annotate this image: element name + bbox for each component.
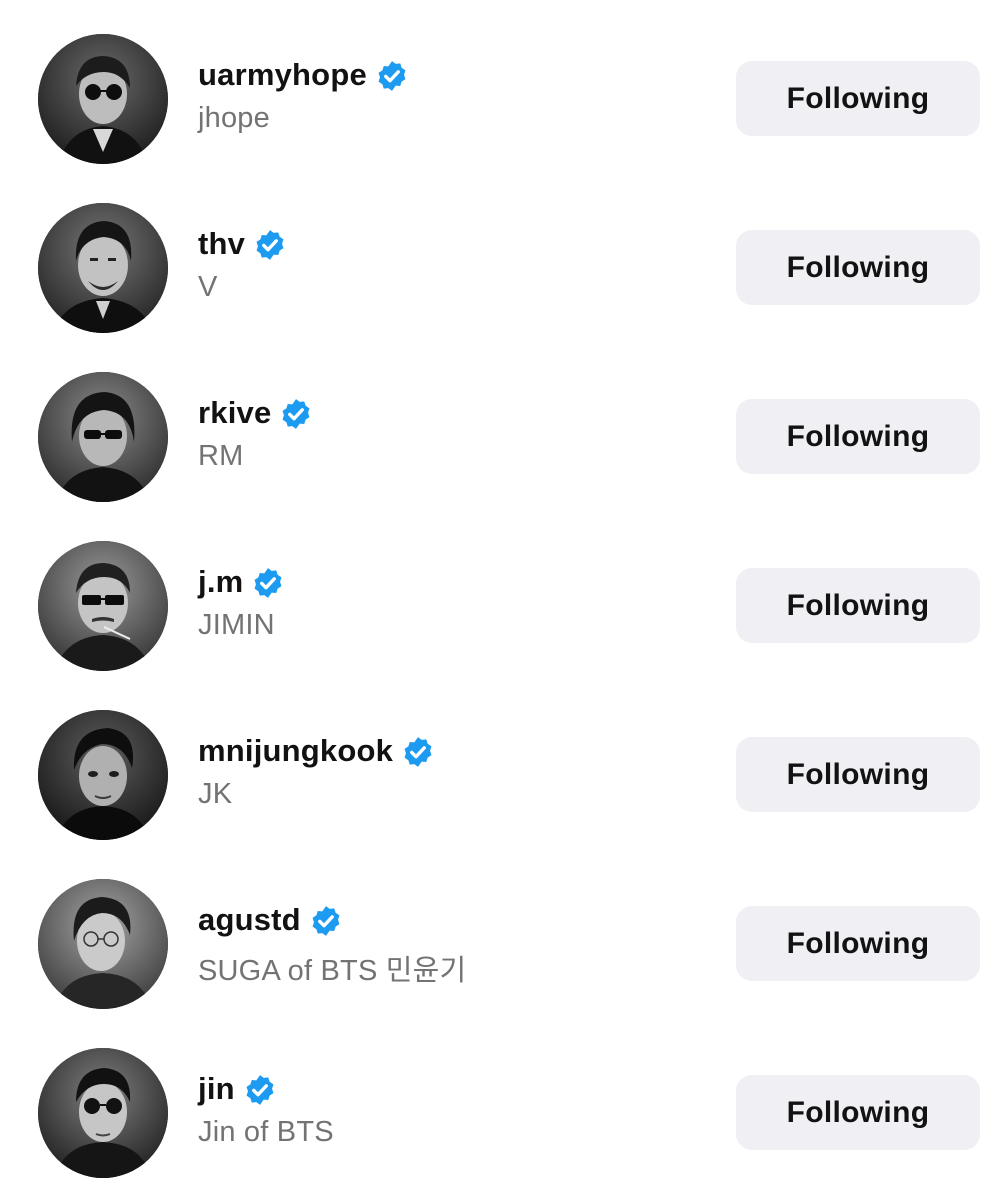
account-text: rkive RM xyxy=(198,390,698,490)
account-text: jin Jin of BTS xyxy=(198,1066,698,1166)
verified-badge-icon xyxy=(279,397,313,431)
following-button[interactable]: Following xyxy=(736,230,980,305)
following-button[interactable]: Following xyxy=(736,906,980,981)
account-text: j.m JIMIN xyxy=(198,559,698,659)
profile-photo xyxy=(38,1048,168,1178)
username[interactable]: thv xyxy=(198,226,245,262)
verified-badge-icon xyxy=(401,735,435,769)
profile-photo xyxy=(38,879,168,1009)
list-item: j.m JIMIN Following xyxy=(0,507,1008,676)
avatar[interactable] xyxy=(38,541,168,671)
verified-badge-icon xyxy=(253,228,287,262)
profile-photo xyxy=(38,372,168,502)
username-line: uarmyhope xyxy=(198,52,409,98)
following-button[interactable]: Following xyxy=(736,1075,980,1150)
avatar[interactable] xyxy=(38,1048,168,1178)
full-name: JK xyxy=(198,778,233,810)
full-name: JIMIN xyxy=(198,609,275,641)
list-item: rkive RM Following xyxy=(0,338,1008,507)
username[interactable]: uarmyhope xyxy=(198,57,367,93)
list-item: uarmyhope jhope Following xyxy=(0,0,1008,169)
avatar[interactable] xyxy=(38,879,168,1009)
username[interactable]: mnijungkook xyxy=(198,733,393,769)
full-name: jhope xyxy=(198,102,270,134)
account-text: thv V xyxy=(198,221,698,321)
account-text: mnijungkook JK xyxy=(198,728,698,828)
verified-badge-icon xyxy=(251,566,285,600)
username-line: rkive xyxy=(198,390,313,436)
following-button[interactable]: Following xyxy=(736,737,980,812)
username[interactable]: agustd xyxy=(198,902,301,938)
username-line: agustd xyxy=(198,897,343,943)
profile-photo xyxy=(38,541,168,671)
username[interactable]: jin xyxy=(198,1071,235,1107)
profile-photo xyxy=(38,203,168,333)
username[interactable]: rkive xyxy=(198,395,271,431)
following-button[interactable]: Following xyxy=(736,399,980,474)
username[interactable]: j.m xyxy=(198,564,243,600)
avatar[interactable] xyxy=(38,372,168,502)
account-text: uarmyhope jhope xyxy=(198,52,698,152)
username-line: thv xyxy=(198,221,287,267)
verified-badge-icon xyxy=(243,1073,277,1107)
profile-photo xyxy=(38,710,168,840)
full-name: V xyxy=(198,271,218,303)
following-button[interactable]: Following xyxy=(736,568,980,643)
full-name: Jin of BTS xyxy=(198,1116,334,1148)
username-line: jin xyxy=(198,1066,277,1112)
avatar[interactable] xyxy=(38,710,168,840)
list-item: jin Jin of BTS Following xyxy=(0,1014,1008,1183)
username-line: j.m xyxy=(198,559,285,605)
avatar[interactable] xyxy=(38,203,168,333)
following-button[interactable]: Following xyxy=(736,61,980,136)
profile-photo xyxy=(38,34,168,164)
list-item: mnijungkook JK Following xyxy=(0,676,1008,845)
full-name: SUGA of BTS 민윤기 xyxy=(198,955,467,987)
username-line: mnijungkook xyxy=(198,728,435,774)
following-list: uarmyhope jhope Following thv V Followin… xyxy=(0,0,1008,1200)
list-item: thv V Following xyxy=(0,169,1008,338)
account-text: agustd SUGA of BTS 민윤기 xyxy=(198,897,698,997)
verified-badge-icon xyxy=(309,904,343,938)
list-item: agustd SUGA of BTS 민윤기 Following xyxy=(0,845,1008,1014)
avatar[interactable] xyxy=(38,34,168,164)
verified-badge-icon xyxy=(375,59,409,93)
full-name: RM xyxy=(198,440,244,472)
